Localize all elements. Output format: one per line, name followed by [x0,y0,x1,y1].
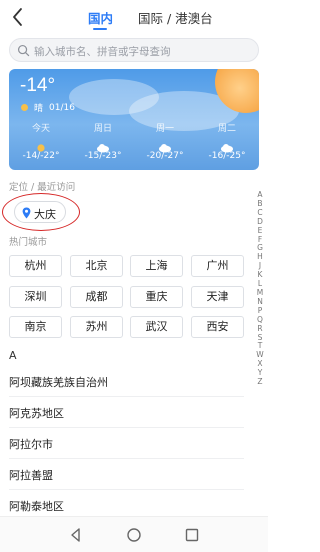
current-date: 01/16 [49,102,75,113]
hot-city-button[interactable]: 上海 [130,255,183,277]
hot-city-button[interactable]: 苏州 [70,316,123,338]
forecast-day-label: 周二 [217,124,236,134]
forecast-day-label: 今天 [31,124,50,134]
hot-city-button[interactable]: 西安 [191,316,244,338]
weather-card[interactable]: -14° 晴 01/16 今天 -14/-22° 周日 -15/-23° 周一 … [9,69,259,170]
cloud-icon [197,138,257,153]
current-temperature: -14° [20,75,56,96]
back-triangle-icon[interactable] [67,526,85,544]
cloud-icon [135,138,195,153]
top-bar: 国内 国际 / 港澳台 [0,0,268,36]
hot-city-button[interactable]: 广州 [191,255,244,277]
active-tab-indicator [93,28,107,30]
forecast-day: 周二 -16/-25° [197,121,257,161]
city-list-item[interactable]: 阿勒泰地区 [9,490,244,516]
recents-square-icon[interactable] [183,526,201,544]
forecast-day: 周一 -20/-27° [135,121,195,161]
search-placeholder: 输入城市名、拼音或字母查询 [34,46,171,58]
city-name: 阿克苏地区 [9,407,64,420]
search-icon [17,44,30,57]
hot-cities-label: 热门城市 [9,237,48,248]
sun-icon [11,138,71,152]
city-name: 阿拉善盟 [9,469,53,482]
current-location-button[interactable]: 大庆 [14,201,66,223]
forecast-range: -14/-22° [22,151,60,161]
city-list-item[interactable]: 阿克苏地区 [9,397,244,428]
city-list-item[interactable]: 阿坝藏族羌族自治州 [9,366,244,397]
condition-row: 晴 01/16 [21,101,75,114]
forecast-day-label: 周日 [93,124,112,134]
tab-international[interactable]: 国际 / 港澳台 [138,8,213,27]
current-location-label: 大庆 [34,208,56,221]
forecast-range: -20/-27° [146,151,184,161]
forecast-range: -15/-23° [84,151,122,161]
location-section-label: 定位 / 最近访问 [9,182,76,193]
back-arrow-icon[interactable] [8,6,30,28]
hot-city-button[interactable]: 深圳 [9,286,62,308]
city-name: 阿坝藏族羌族自治州 [9,376,108,389]
forecast-range: -16/-25° [208,151,246,161]
city-name: 阿勒泰地区 [9,500,64,513]
search-input[interactable]: 输入城市名、拼音或字母查询 [9,38,259,62]
index-letter[interactable]: Z [254,377,266,387]
city-list-item[interactable]: 阿拉尔市 [9,428,244,459]
tab-domestic[interactable]: 国内 [88,8,113,27]
condition-text: 晴 [34,104,44,114]
alphabet-index[interactable]: A B C D E F G H J K L M N P Q R S T W X … [254,190,266,387]
hot-city-button[interactable]: 武汉 [130,316,183,338]
forecast-day-label: 周一 [155,124,174,134]
forecast-day: 今天 -14/-22° [11,121,71,161]
hot-city-button[interactable]: 南京 [9,316,62,338]
location-pin-icon [22,207,31,219]
forecast-day: 周日 -15/-23° [73,121,133,161]
city-name: 阿拉尔市 [9,438,53,451]
hot-city-button[interactable]: 成都 [70,286,123,308]
sun-icon [21,104,28,111]
list-section-letter: A [9,349,17,362]
city-list-item[interactable]: 阿拉善盟 [9,459,244,490]
hot-city-button[interactable]: 天津 [191,286,244,308]
cloud-icon [73,138,133,153]
hot-city-button[interactable]: 杭州 [9,255,62,277]
home-circle-icon[interactable] [125,526,143,544]
hot-city-button[interactable]: 重庆 [130,286,183,308]
hot-city-button[interactable]: 北京 [70,255,123,277]
forecast-row: 今天 -14/-22° 周日 -15/-23° 周一 -20/-27° 周二 -… [9,121,259,169]
system-navigation-bar [0,516,268,552]
